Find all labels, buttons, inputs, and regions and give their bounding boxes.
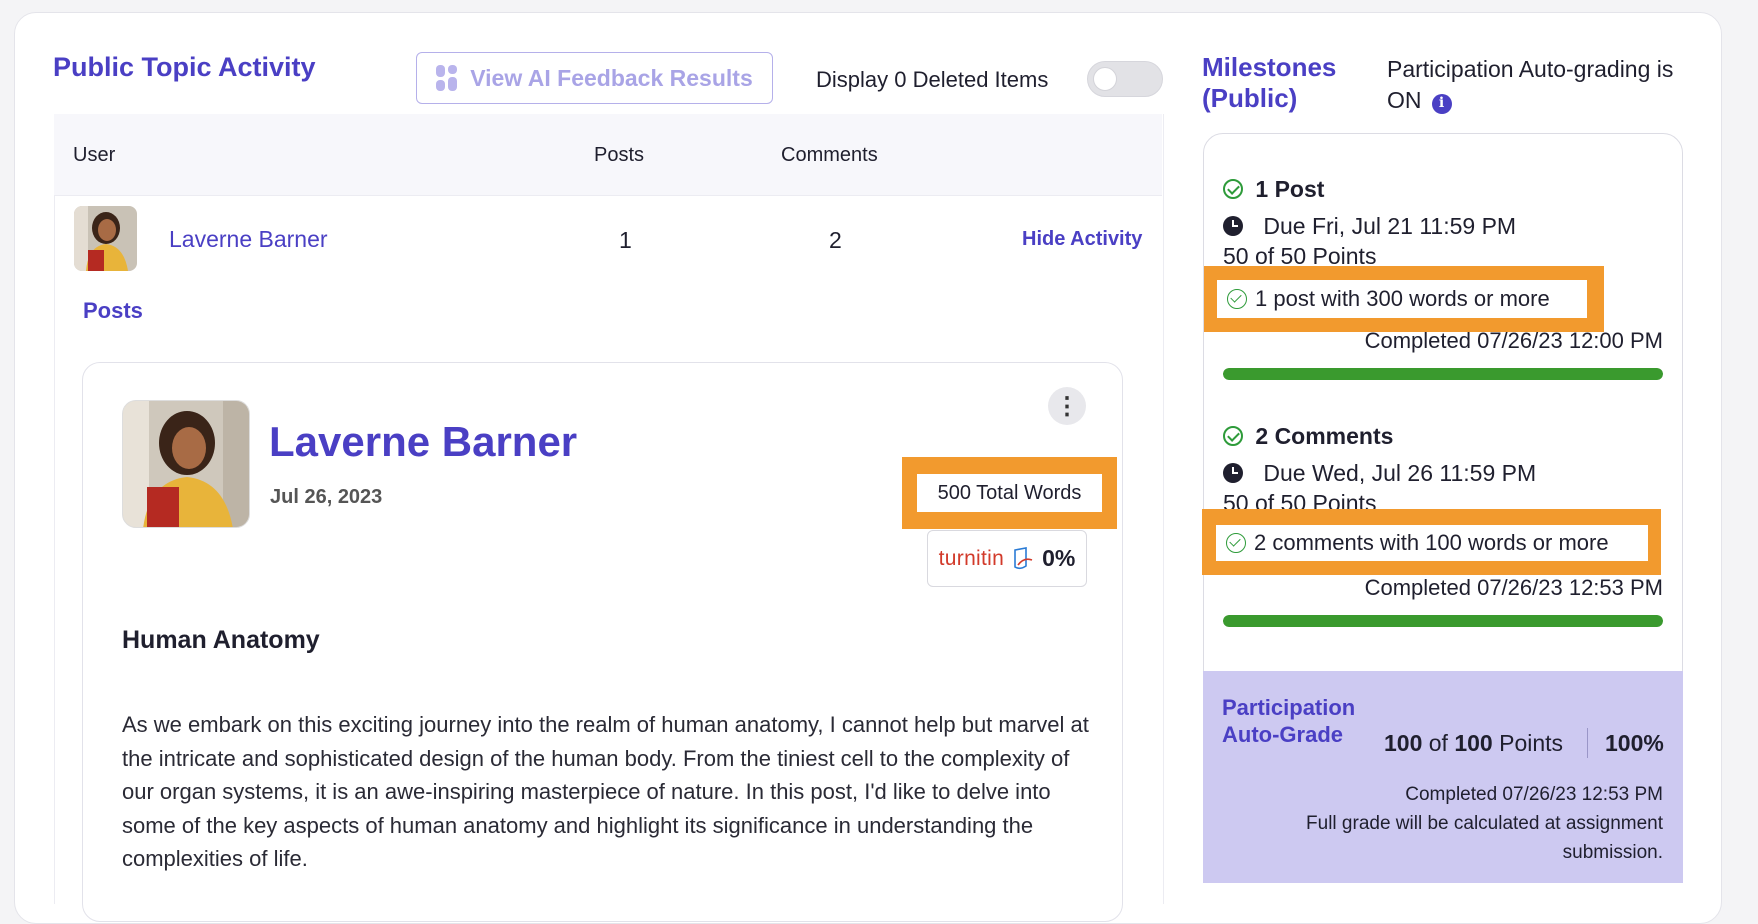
user-posts-count: 1 xyxy=(619,227,632,253)
user-avatar xyxy=(74,206,137,271)
user-comments-count: 2 xyxy=(829,227,842,253)
milestone-2-due-text: Due Wed, Jul 26 11:59 PM xyxy=(1263,460,1537,486)
milestone-1-due-text: Due Fri, Jul 21 11:59 PM xyxy=(1263,213,1517,239)
clock-icon xyxy=(1223,463,1243,483)
display-deleted-label: Display 0 Deleted Items xyxy=(816,67,1049,92)
grade-divider xyxy=(1587,728,1588,758)
column-header-posts: Posts xyxy=(594,144,645,166)
total-words-badge: 500 Total Words xyxy=(917,474,1102,512)
grade-percent: 100% xyxy=(1605,730,1664,756)
milestones-title: Milestones (Public) xyxy=(1202,52,1337,113)
display-deleted-toggle[interactable] xyxy=(1087,61,1163,97)
view-ai-feedback-label: View AI Feedback Results xyxy=(470,64,753,91)
milestone-2-completed: Completed 07/26/23 12:53 PM xyxy=(1364,575,1663,600)
clock-icon xyxy=(1223,216,1243,236)
grade-earned: 100 xyxy=(1384,730,1423,756)
milestone-2-due: Due Wed, Jul 26 11:59 PM xyxy=(1223,460,1536,487)
auto-grade-title-line2: Auto-Grade xyxy=(1222,722,1343,747)
milestone-check-icon xyxy=(1223,179,1243,199)
view-ai-feedback-button[interactable]: View AI Feedback Results xyxy=(416,52,773,104)
grade-completed: Completed 07/26/23 12:53 PM xyxy=(1405,784,1663,805)
auto-grade-title-line1: Participation xyxy=(1222,695,1356,720)
turnitin-logo-icon xyxy=(1014,546,1033,569)
milestone-check-icon xyxy=(1223,426,1243,446)
milestone-2-progress-fill xyxy=(1223,615,1663,627)
column-header-user: User xyxy=(73,144,116,166)
author-avatar xyxy=(122,400,250,528)
page-title: Public Topic Activity xyxy=(53,52,316,82)
milestone-2-requirement-highlight: 2 comments with 100 words or more xyxy=(1202,509,1661,575)
milestone-1-completed: Completed 07/26/23 12:00 PM xyxy=(1364,328,1663,353)
milestone-1-due: Due Fri, Jul 21 11:59 PM xyxy=(1223,213,1516,240)
milestone-1-requirement-highlight: 1 post with 300 words or more xyxy=(1204,266,1604,332)
auto-grading-label: Participation Auto-grading is ON xyxy=(1387,56,1674,113)
grade-total: 100 xyxy=(1454,730,1493,756)
milestone-1-progress-fill xyxy=(1223,368,1663,380)
turnitin-score: 0% xyxy=(1042,545,1076,571)
turnitin-logo: turnitin xyxy=(938,546,1005,570)
auto-grade-points: 100 of 100 Points xyxy=(1384,730,1563,757)
requirement-check-icon xyxy=(1227,289,1247,309)
hide-activity-link[interactable]: Hide Activity xyxy=(1022,228,1142,251)
toggle-knob xyxy=(1093,67,1117,91)
posts-section-label: Posts xyxy=(83,298,143,323)
ai-feedback-icon xyxy=(436,65,458,91)
post-options-icon[interactable]: ⋮ xyxy=(1048,387,1086,425)
milestone-1-title: 1 Post xyxy=(1255,176,1325,202)
milestone-1-requirement-text: 1 post with 300 words or more xyxy=(1255,286,1550,311)
requirement-check-icon xyxy=(1226,533,1246,553)
milestone-1-progress-bar xyxy=(1223,368,1663,380)
milestone-1-requirement: 1 post with 300 words or more xyxy=(1217,280,1587,318)
total-words-highlight: 500 Total Words xyxy=(902,457,1117,529)
auto-grade-title: Participation Auto-Grade xyxy=(1222,694,1355,748)
milestone-2-heading: 2 Comments xyxy=(1223,423,1393,450)
auto-grading-status: Participation Auto-grading is ON i xyxy=(1387,54,1687,116)
user-link[interactable]: Laverne Barner xyxy=(169,226,328,253)
grade-note: Completed 07/26/23 12:53 PM Full grade w… xyxy=(1250,780,1663,867)
milestone-2-title: 2 Comments xyxy=(1255,423,1394,449)
grade-points-label: Points xyxy=(1499,730,1564,756)
column-header-comments: Comments xyxy=(781,144,878,166)
milestone-1-heading: 1 Post xyxy=(1223,176,1324,203)
post-date: Jul 26, 2023 xyxy=(270,486,383,508)
grade-note-text: Full grade will be calculated at assignm… xyxy=(1306,813,1663,863)
post-body: As we embark on this exciting journey in… xyxy=(122,712,1089,871)
post-author-name[interactable]: Laverne Barner xyxy=(269,418,577,466)
post-title: Human Anatomy xyxy=(122,626,320,654)
grade-of-label: of xyxy=(1428,730,1448,756)
milestone-2-requirement: 2 comments with 100 words or more xyxy=(1216,525,1648,561)
milestone-2-progress-bar xyxy=(1223,615,1663,627)
activity-table-header: User Posts Comments xyxy=(54,114,1162,196)
info-icon[interactable]: i xyxy=(1431,93,1452,114)
turnitin-score-button[interactable]: turnitin 0% xyxy=(927,530,1087,587)
milestone-2-requirement-text: 2 comments with 100 words or more xyxy=(1254,530,1609,555)
